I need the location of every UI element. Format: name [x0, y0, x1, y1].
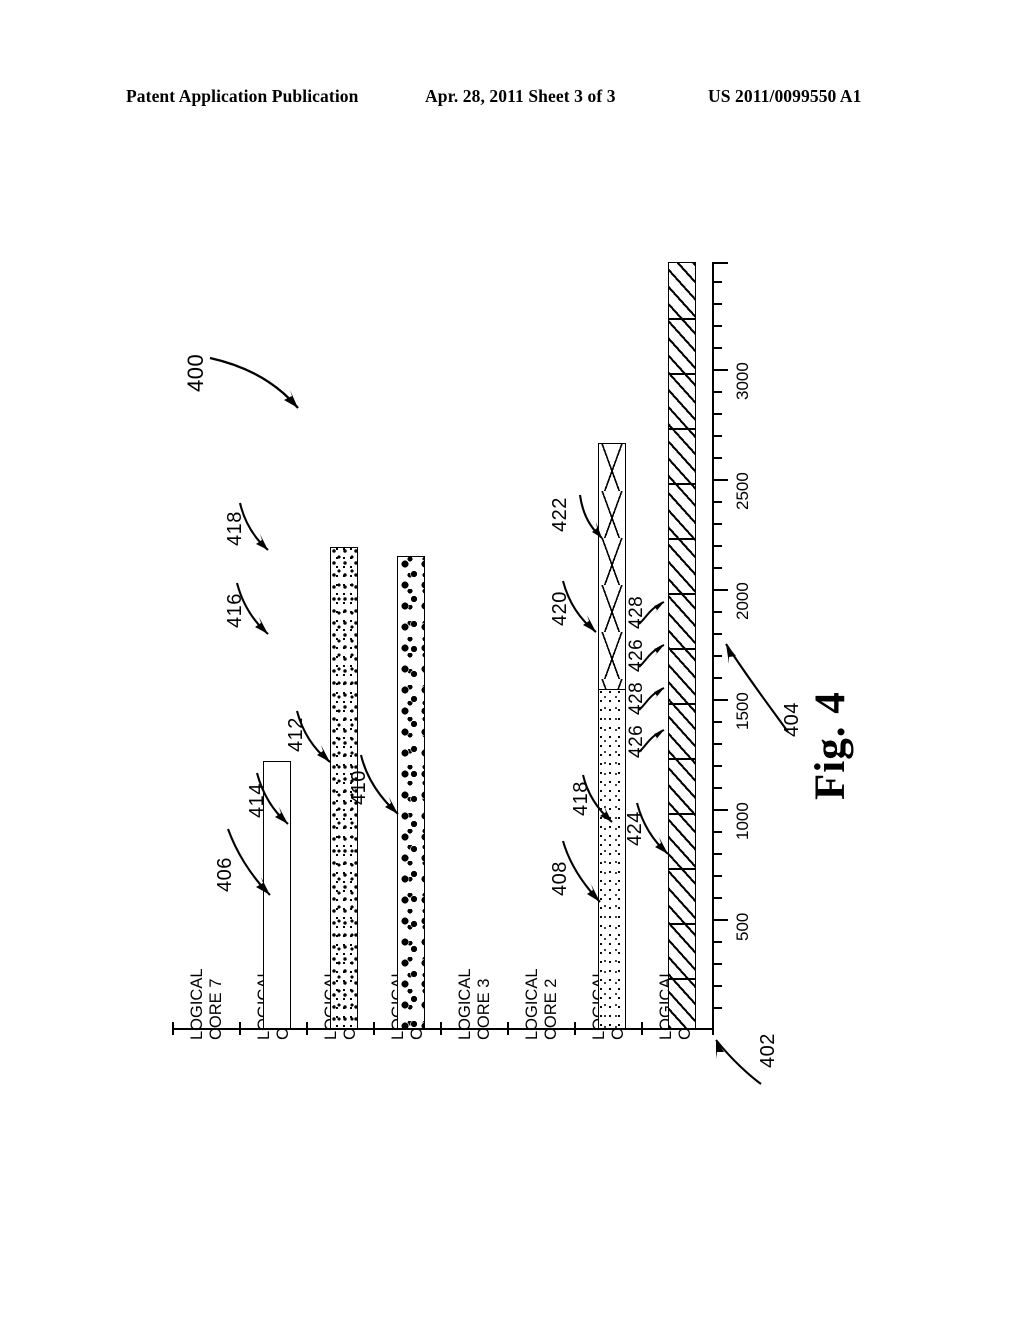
category-label-core-2: LOGICAL CORE 2 [523, 968, 560, 1040]
leader-line-412 [292, 708, 340, 770]
leader-line-414 [252, 770, 298, 832]
value-tick-minor [714, 347, 722, 349]
value-tick-major-500 [714, 919, 728, 921]
value-tick-minor [714, 853, 722, 855]
category-label-core-3: LOGICAL CORE 3 [456, 968, 493, 1040]
leader-line-418-lower [578, 772, 622, 830]
leader-line-416 [232, 580, 278, 642]
value-tick-minor [714, 787, 722, 789]
value-tick-label-2500: 2500 [733, 472, 752, 510]
value-tick-minor [714, 941, 722, 943]
category-tick [172, 1022, 174, 1035]
value-tick-minor [714, 545, 722, 547]
bar-segment-divider [669, 648, 695, 650]
value-tick-minor [714, 743, 722, 745]
category-tick [574, 1022, 576, 1035]
figure-caption: Fig. 4 [807, 691, 854, 800]
value-tick-minor [714, 567, 722, 569]
value-tick-minor [714, 985, 722, 987]
value-tick-minor [714, 413, 722, 415]
leader-line-410 [356, 752, 410, 822]
bar-segment-divider [669, 538, 695, 540]
value-tick-minor [714, 897, 722, 899]
bar-core-0 [668, 262, 696, 1029]
leader-line-420 [558, 578, 608, 640]
leader-line-428-a [636, 680, 672, 716]
bar-segment-divider [669, 318, 695, 320]
category-label-core-7: LOGICAL CORE 7 [188, 968, 225, 1040]
value-tick-minor [714, 391, 722, 393]
bar-segment-420 [599, 444, 625, 689]
bar-segment-divider [669, 373, 695, 375]
bar-segment-divider [669, 703, 695, 705]
category-tick [440, 1022, 442, 1035]
category-tick [239, 1022, 241, 1035]
bar-segment-divider [669, 978, 695, 980]
category-tick [641, 1022, 643, 1035]
value-tick-label-3000: 3000 [733, 362, 752, 400]
value-tick-major-2500 [714, 479, 728, 481]
leader-line-406 [222, 825, 280, 903]
category-axis [172, 1028, 713, 1030]
leader-line-400 [206, 352, 316, 422]
bar-segment-424 [669, 263, 695, 1028]
leader-line-426-a [636, 722, 672, 758]
leader-line-422 [576, 492, 610, 548]
category-tick [373, 1022, 375, 1035]
callout-422: 422 [549, 497, 571, 532]
bar-segment-divider [669, 483, 695, 485]
leader-line-408 [558, 838, 612, 910]
value-tick-minor [714, 875, 722, 877]
value-tick-minor [714, 303, 722, 305]
value-tick-minor [714, 765, 722, 767]
value-tick-minor [714, 963, 722, 965]
value-tick-major-3500 [714, 262, 728, 264]
value-tick-minor [714, 325, 722, 327]
value-tick-major-3000 [714, 369, 728, 371]
value-tick-minor [714, 435, 722, 437]
leader-line-426-b [636, 637, 672, 673]
bar-segment-divider [669, 923, 695, 925]
bar-segment-divider [669, 593, 695, 595]
leader-line-424 [632, 800, 678, 862]
bar-segment-divider [669, 868, 695, 870]
value-tick-minor [714, 457, 722, 459]
bar-segment-divider [669, 758, 695, 760]
value-tick-major-1000 [714, 809, 728, 811]
value-tick-minor [714, 611, 722, 613]
value-axis [712, 262, 714, 1030]
leader-line-418-upper [236, 500, 276, 558]
value-tick-label-1000: 1000 [733, 802, 752, 840]
value-tick-label-2000: 2000 [733, 582, 752, 620]
bar-segment-divider [669, 428, 695, 430]
value-tick-minor [714, 501, 722, 503]
leader-line-402 [706, 1032, 768, 1092]
category-tick [306, 1022, 308, 1035]
value-tick-minor [714, 281, 722, 283]
value-tick-minor [714, 831, 722, 833]
value-tick-minor [714, 1007, 722, 1009]
patent-figure-4: LOGICAL CORE 7 LOGICAL CORE 6 LOGICAL CO… [0, 0, 1024, 1320]
category-tick [507, 1022, 509, 1035]
leader-line-428-b [636, 594, 672, 630]
value-tick-label-500: 500 [733, 912, 752, 941]
leader-line-404 [718, 632, 798, 742]
value-tick-minor [714, 523, 722, 525]
value-tick-major-2000 [714, 589, 728, 591]
